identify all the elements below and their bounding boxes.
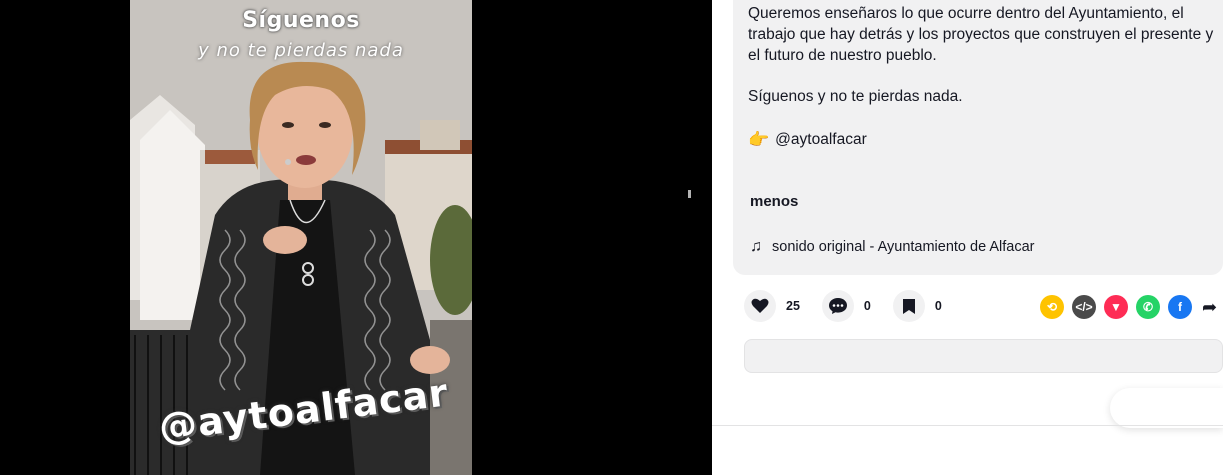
like-count: 25 (786, 299, 800, 313)
overlay-subtitle: y no te pierdas nada (198, 40, 404, 61)
description-follow-line: Síguenos y no te pierdas nada. (748, 88, 963, 105)
save-count: 0 (934, 299, 942, 313)
like-action[interactable]: 25 (744, 290, 800, 322)
video-frame[interactable]: Síguenos y no te pierdas nada @aytoalfac… (130, 0, 472, 475)
description-card: Queremos enseñaros lo que ocurre dentro … (733, 0, 1223, 275)
overlay-title: Síguenos (242, 8, 360, 33)
action-bar: 25 0 0 (744, 290, 964, 322)
video-edge-marker (688, 190, 691, 198)
comment-button[interactable] (821, 290, 854, 322)
send-icon[interactable]: ▼ (1104, 295, 1128, 319)
facebook-icon[interactable]: f (1168, 295, 1192, 319)
heart-icon (751, 298, 769, 313)
comment-icon (828, 298, 847, 314)
comment-input-box[interactable] (744, 339, 1223, 373)
repost-icon[interactable]: ⟲ (1040, 295, 1064, 319)
less-button[interactable]: menos (750, 193, 798, 210)
music-label[interactable]: sonido original - Ayuntamiento de Alfaca… (772, 239, 1035, 255)
music-row[interactable]: ♫ sonido original - Ayuntamiento de Alfa… (750, 238, 1035, 256)
divider (712, 425, 1223, 426)
backhand-index-pointing-right-icon: 👉 (748, 130, 770, 149)
like-button[interactable] (744, 290, 776, 322)
share-arrow-icon[interactable]: ➦ (1202, 297, 1217, 318)
description-text: Queremos enseñaros lo que ocurre dentro … (748, 5, 1214, 64)
floating-action-pill[interactable] (1110, 388, 1223, 428)
embed-icon[interactable]: </> (1072, 295, 1096, 319)
video-player[interactable]: Síguenos y no te pierdas nada @aytoalfac… (0, 0, 712, 475)
comment-count: 0 (863, 299, 871, 313)
save-button[interactable] (892, 290, 925, 322)
share-row: ⟲ </> ▼ ✆ f ➦ (1040, 295, 1217, 319)
bookmark-icon (902, 298, 915, 314)
save-action[interactable]: 0 (892, 290, 942, 322)
comment-action[interactable]: 0 (821, 290, 871, 322)
description-mention[interactable]: 👉 @aytoalfacar (748, 130, 867, 150)
mention-link[interactable]: @aytoalfacar (775, 131, 867, 149)
whatsapp-icon[interactable]: ✆ (1136, 295, 1160, 319)
music-note-icon: ♫ (750, 238, 762, 255)
